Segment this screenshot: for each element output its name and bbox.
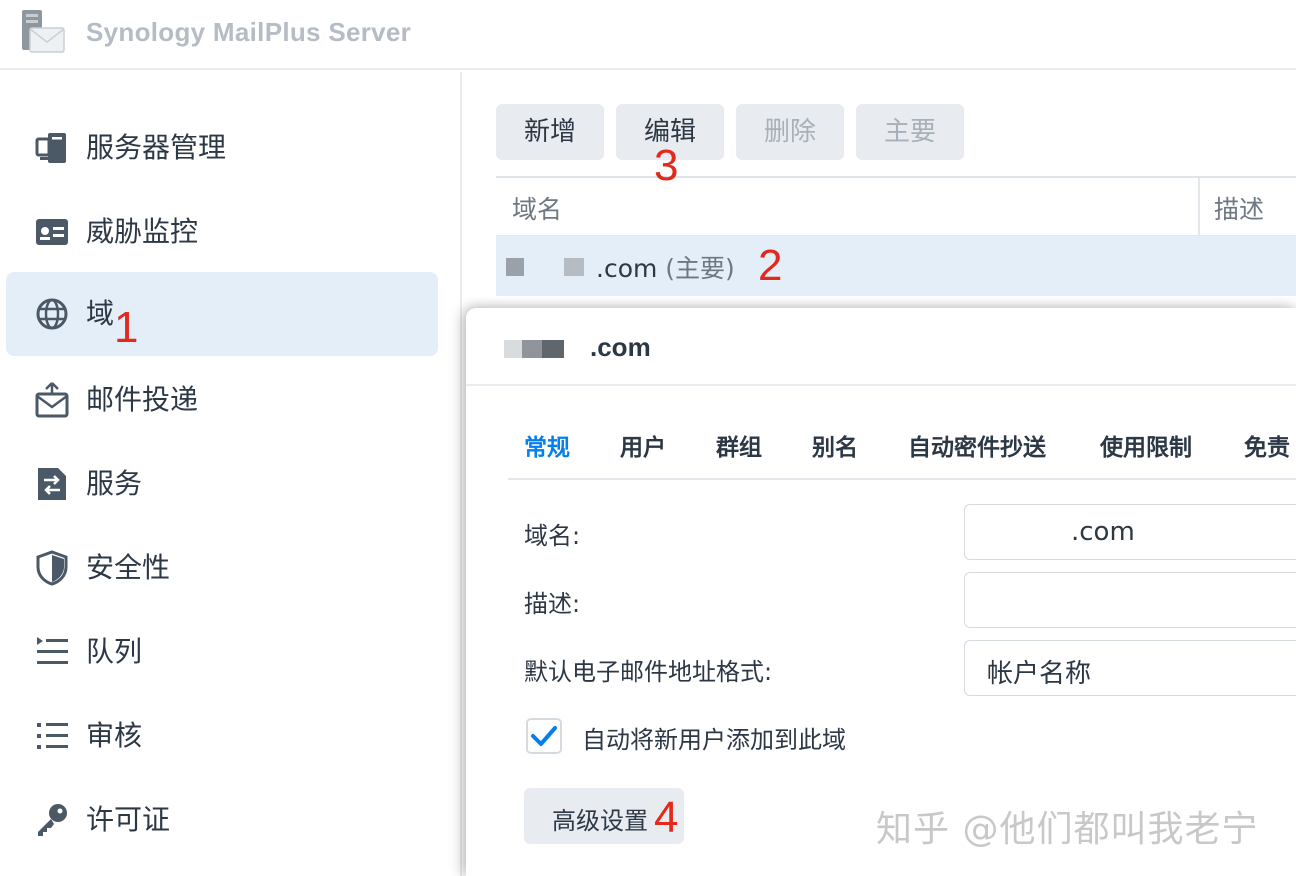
sidebar: 服务器管理 威胁监控 域 邮件投递 服务 安全性 队列 审核 许可证 (0, 72, 462, 876)
address-format-value: 帐户名称 (987, 659, 1092, 689)
app-title: Synology MailPlus Server (86, 17, 412, 47)
redacted-block (542, 340, 564, 358)
redacted-block (504, 340, 522, 358)
address-format-label: 默认电子邮件地址格式: (524, 658, 773, 686)
sidebar-item-security[interactable]: 安全性 (6, 526, 438, 610)
domain-name-value: .com (1071, 517, 1135, 547)
sidebar-item-label: 邮件投递 (86, 384, 199, 415)
sidebar-item-label: 安全性 (86, 552, 171, 583)
sidebar-item-threat-monitor[interactable]: 威胁监控 (6, 190, 438, 274)
callout-4: 4 (654, 793, 679, 842)
primary-tag: (主要) (665, 254, 735, 283)
set-primary-button[interactable]: 主要 (856, 104, 964, 160)
domain-name-label: 域名: (524, 522, 581, 550)
queue-icon (37, 637, 68, 664)
dialog-title: .com (590, 332, 651, 362)
sidebar-item-label: 服务器管理 (86, 132, 227, 163)
sidebar-item-server-management[interactable]: 服务器管理 (6, 106, 438, 190)
sidebar-item-label: 域 (86, 298, 115, 329)
domain-grid: 域名 描述 .com (主要) (496, 176, 1296, 296)
column-header-domain[interactable]: 域名 (512, 190, 562, 226)
title-bar: Synology MailPlus Server (0, 0, 1296, 70)
grid-header: 域名 描述 (496, 178, 1296, 236)
table-row[interactable]: .com (主要) (496, 236, 1296, 296)
auto-add-users-checkbox[interactable] (526, 718, 562, 754)
dialog-tabs: 常规 用户 群组 别名 自动密件抄送 使用限制 免责 (508, 408, 1296, 480)
description-label: 描述: (524, 590, 581, 618)
address-format-select[interactable]: 帐户名称 (964, 640, 1296, 696)
audit-icon (37, 723, 68, 749)
redacted-block (564, 258, 584, 276)
sidebar-item-license[interactable]: 许可证 (6, 778, 438, 862)
sidebar-item-queue[interactable]: 队列 (6, 610, 438, 694)
sidebar-item-mail-delivery[interactable]: 邮件投递 (6, 358, 438, 442)
service-icon (38, 468, 66, 500)
column-header-description[interactable]: 描述 (1214, 190, 1264, 226)
redacted-block (506, 258, 524, 276)
sidebar-item-audit[interactable]: 审核 (6, 694, 438, 778)
tab-disclaimer[interactable]: 免责 (1244, 428, 1290, 462)
sidebar-item-label: 服务 (86, 468, 143, 499)
description-field[interactable] (964, 572, 1296, 628)
server-management-icon (35, 133, 66, 163)
domain-name: .com (596, 254, 658, 283)
sidebar-item-label: 许可证 (86, 804, 171, 835)
advanced-settings-label: 高级设置 (552, 807, 648, 835)
callout-1: 1 (114, 303, 139, 352)
sidebar-item-service[interactable]: 服务 (6, 442, 438, 526)
sidebar-item-label: 威胁监控 (86, 216, 199, 247)
watermark: 知乎 @他们都叫我老宁 (876, 809, 1259, 850)
callout-3: 3 (654, 141, 679, 190)
tab-usage-limit[interactable]: 使用限制 (1100, 428, 1192, 462)
domain-name-field[interactable]: .com (964, 504, 1296, 560)
tab-users[interactable]: 用户 (620, 428, 666, 462)
tab-aliases[interactable]: 别名 (812, 428, 858, 462)
tab-groups[interactable]: 群组 (716, 428, 762, 462)
auto-add-users-label[interactable]: 自动将新用户添加到此域 (582, 720, 846, 755)
sidebar-item-domain[interactable]: 域 (6, 272, 438, 356)
dialog-header: .com (466, 308, 1296, 386)
threat-monitor-icon (36, 219, 68, 245)
tab-general[interactable]: 常规 (524, 428, 570, 462)
add-button[interactable]: 新增 (496, 104, 604, 160)
shield-icon (36, 550, 68, 586)
column-divider[interactable] (1198, 178, 1200, 236)
tab-auto-bcc[interactable]: 自动密件抄送 (908, 428, 1046, 462)
checkmark-icon (531, 726, 557, 746)
mail-delivery-icon (35, 382, 69, 418)
globe-icon (36, 298, 68, 330)
delete-button[interactable]: 删除 (736, 104, 844, 160)
domain-cell: .com (主要) (596, 249, 735, 285)
edit-domain-dialog: .com 常规 用户 群组 别名 自动密件抄送 使用限制 免责 域名: .com… (466, 308, 1296, 876)
callout-2: 2 (758, 241, 783, 290)
sidebar-item-label: 队列 (86, 636, 143, 667)
key-icon (38, 804, 67, 836)
redacted-block (522, 340, 542, 358)
sidebar-item-label: 审核 (86, 720, 143, 751)
mailplus-app-icon (22, 10, 65, 53)
